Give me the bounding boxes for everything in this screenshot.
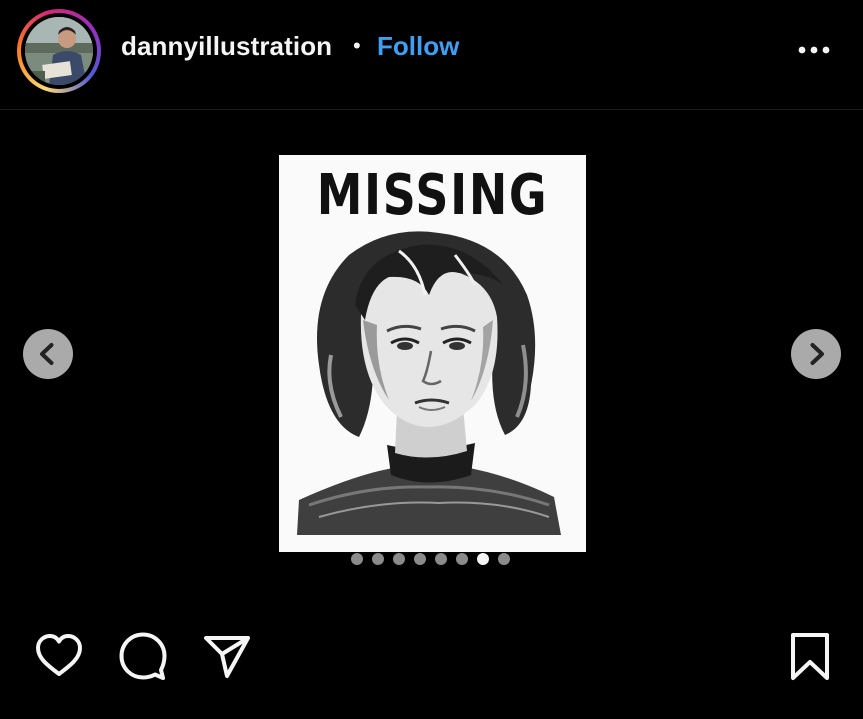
carousel-dot: [435, 553, 447, 565]
instagram-post: dannyillustration • Follow MISSING: [0, 0, 863, 719]
post-image[interactable]: MISSING: [279, 155, 586, 552]
profile-photo: [25, 17, 93, 85]
like-button[interactable]: [33, 630, 85, 687]
send-icon: [204, 636, 250, 678]
carousel-dot: [498, 553, 510, 565]
separator-dot: •: [353, 33, 361, 58]
heart-icon: [36, 634, 82, 676]
carousel-dot: [456, 553, 468, 565]
username-link[interactable]: dannyillustration: [121, 31, 332, 62]
share-button[interactable]: [201, 630, 253, 687]
carousel-dot-active: [477, 553, 489, 565]
carousel-indicator: [351, 553, 510, 567]
carousel-dot: [372, 553, 384, 565]
chevron-right-icon: [810, 343, 824, 365]
bookmark-icon: [791, 633, 829, 680]
action-bar: [0, 630, 863, 690]
next-slide-button[interactable]: [791, 329, 841, 379]
comment-icon: [119, 632, 167, 680]
carousel-dot: [393, 553, 405, 565]
follow-button[interactable]: Follow: [377, 31, 459, 62]
post-header: dannyillustration • Follow: [0, 0, 863, 110]
previous-slide-button[interactable]: [23, 329, 73, 379]
media-carousel: MISSING: [0, 110, 863, 590]
comment-button[interactable]: [117, 630, 169, 687]
avatar: [25, 17, 93, 85]
carousel-dot: [414, 553, 426, 565]
more-horizontal-icon: [798, 46, 830, 54]
more-options-button[interactable]: [794, 38, 834, 62]
sketch-portrait: [297, 231, 561, 535]
carousel-dot: [351, 553, 363, 565]
chevron-left-icon: [40, 343, 54, 365]
save-button[interactable]: [784, 630, 836, 687]
story-ring[interactable]: [17, 9, 101, 93]
